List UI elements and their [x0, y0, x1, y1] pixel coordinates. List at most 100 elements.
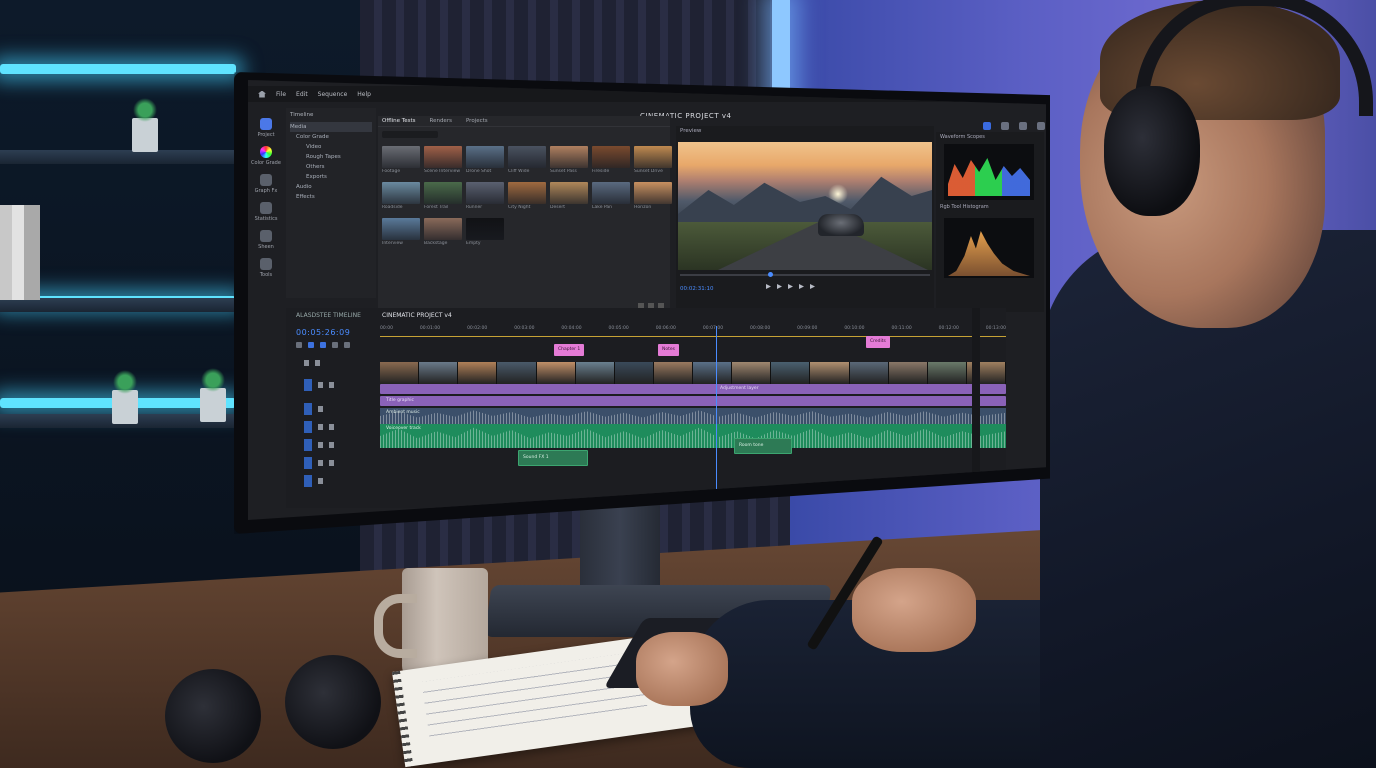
timeline-marker[interactable]: Notes — [658, 344, 679, 356]
media-thumbnail[interactable]: Roadside — [382, 182, 420, 210]
menu-sequence[interactable]: Sequence — [318, 91, 348, 98]
solo-icon[interactable] — [329, 424, 334, 430]
solo-icon[interactable] — [329, 442, 334, 448]
tab-offline-tests[interactable]: Offline Tests — [382, 118, 416, 124]
tree-row-rough-tapes[interactable]: Rough Tapes — [290, 152, 372, 162]
marker-icon[interactable] — [320, 342, 326, 348]
track-header-a2[interactable] — [286, 438, 378, 452]
video-clip[interactable] — [419, 362, 459, 384]
media-thumbnail[interactable]: Drone Shot — [466, 146, 504, 174]
title-band[interactable]: Title graphic — [380, 396, 1006, 406]
video-clip[interactable] — [888, 362, 928, 384]
sound-clip[interactable]: Room tone — [734, 438, 792, 454]
title-band[interactable]: Adjustment layer — [380, 384, 1006, 394]
forward-icon[interactable] — [799, 284, 804, 289]
tab-renders[interactable]: Renders — [430, 118, 452, 124]
media-thumbnail[interactable]: Sunset Drive — [634, 146, 672, 174]
media-thumbnail[interactable]: Runner — [466, 182, 504, 210]
media-thumbnail[interactable]: Empty — [466, 218, 504, 246]
tree-row-exports[interactable]: Exports — [290, 172, 372, 182]
home-icon[interactable] — [258, 90, 266, 98]
tab-projects[interactable]: Projects — [466, 118, 488, 124]
video-clip[interactable] — [380, 362, 420, 384]
sound-clip[interactable]: Sound FX 1 — [518, 450, 588, 466]
tree-row-video[interactable]: Video — [290, 142, 372, 152]
track-header-a3[interactable] — [286, 456, 378, 470]
preview-video[interactable] — [678, 142, 932, 270]
track-target-icon[interactable] — [304, 421, 312, 433]
mute-icon[interactable] — [318, 460, 323, 466]
video-clip[interactable] — [614, 362, 654, 384]
audio-clip[interactable]: Voiceover track — [380, 424, 1006, 448]
video-clip[interactable] — [653, 362, 693, 384]
timeline-ruler[interactable]: 00:00 00:01:00 00:02:00 00:03:00 00:04:00 00:… — [380, 326, 1006, 337]
video-clip[interactable] — [693, 362, 733, 384]
mute-icon[interactable] — [318, 424, 323, 430]
eye-icon[interactable] — [318, 406, 323, 412]
audio-clip[interactable]: Ambient music — [380, 408, 1006, 424]
play-icon[interactable] — [788, 284, 793, 289]
track-target-icon[interactable] — [304, 403, 312, 415]
wrench-icon[interactable] — [344, 342, 350, 348]
track-header-a1[interactable] — [286, 420, 378, 434]
tree-row-color-grade[interactable]: Color Grade — [290, 132, 372, 142]
media-thumbnail[interactable]: Forest Trail — [424, 182, 462, 210]
rail-color-grade[interactable]: Color Grade — [251, 146, 281, 166]
video-clip[interactable] — [810, 362, 850, 384]
bin-search-input[interactable] — [382, 131, 438, 138]
mute-icon[interactable] — [318, 442, 323, 448]
track-header-v2[interactable] — [286, 356, 378, 370]
video-clip[interactable] — [575, 362, 615, 384]
track-target-icon[interactable] — [304, 439, 312, 451]
lock-icon[interactable] — [304, 360, 309, 366]
media-thumbnail[interactable]: City Night — [508, 182, 546, 210]
video-clip[interactable] — [536, 362, 576, 384]
timeline-marker[interactable]: Chapter 1 — [554, 344, 585, 356]
rail-graph-fx[interactable]: Graph Fx — [255, 174, 277, 194]
track-target-icon[interactable] — [304, 457, 312, 469]
track-header-v1[interactable] — [286, 378, 378, 392]
media-thumbnail[interactable]: Backstage — [424, 218, 462, 246]
timeline-marker[interactable]: Credits — [866, 336, 890, 348]
video-clip[interactable] — [732, 362, 772, 384]
step-forward-icon[interactable] — [810, 284, 815, 289]
menu-file[interactable]: File — [276, 91, 286, 98]
track-header-a4[interactable] — [286, 474, 378, 488]
tree-row-audio[interactable]: Audio — [290, 182, 372, 192]
link-icon[interactable] — [308, 342, 314, 348]
video-track[interactable] — [380, 362, 1006, 384]
media-thumbnail[interactable]: Sunset Pass — [550, 146, 588, 174]
track-target-icon[interactable] — [304, 379, 312, 391]
tree-row-effects[interactable]: Effects — [290, 192, 372, 202]
media-thumbnail[interactable]: Horizon — [634, 182, 672, 210]
media-thumbnail[interactable]: Footage — [382, 146, 420, 174]
rail-sheen[interactable]: Sheen — [258, 230, 274, 250]
track-header-v3[interactable] — [286, 402, 378, 416]
panel-icon[interactable] — [1037, 122, 1045, 130]
video-clip[interactable] — [849, 362, 889, 384]
tree-row-others[interactable]: Others — [290, 162, 372, 172]
tree-row-media[interactable]: Media — [290, 122, 372, 132]
rail-project[interactable]: Project — [257, 118, 275, 138]
media-thumbnail[interactable]: Lake Pan — [592, 182, 630, 210]
filter-icon[interactable] — [332, 342, 338, 348]
layout-icon[interactable] — [983, 122, 991, 130]
video-clip[interactable] — [497, 362, 537, 384]
menu-help[interactable]: Help — [357, 91, 371, 98]
scrubber-knob[interactable] — [768, 272, 773, 277]
preview-scrubber[interactable] — [680, 272, 930, 277]
wrench-icon[interactable] — [1001, 122, 1009, 130]
menu-edit[interactable]: Edit — [296, 91, 308, 98]
chat-icon[interactable] — [1019, 122, 1027, 130]
rail-statistics[interactable]: Statistics — [255, 202, 277, 222]
eye-icon[interactable] — [329, 382, 334, 388]
snap-icon[interactable] — [296, 342, 302, 348]
video-clip[interactable] — [927, 362, 967, 384]
track-target-icon[interactable] — [304, 475, 312, 487]
media-thumbnail[interactable]: Interview — [382, 218, 420, 246]
step-back-icon[interactable] — [766, 284, 771, 289]
media-thumbnail[interactable]: Fireside — [592, 146, 630, 174]
rewind-icon[interactable] — [777, 284, 782, 289]
solo-icon[interactable] — [329, 460, 334, 466]
media-thumbnail[interactable]: Cliff Wide — [508, 146, 546, 174]
